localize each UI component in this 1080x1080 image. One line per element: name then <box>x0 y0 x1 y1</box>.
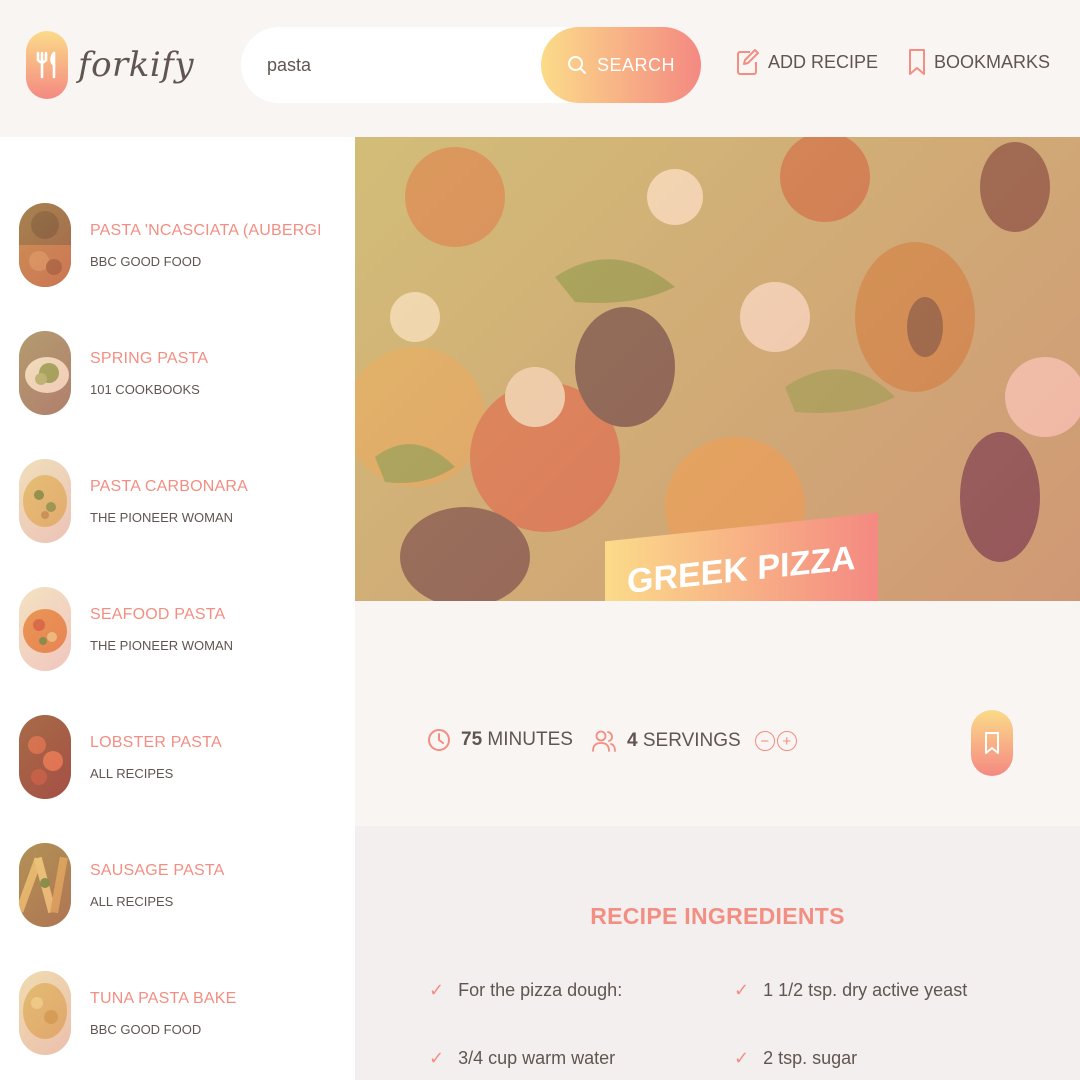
result-title: SEAFOOD PASTA <box>90 605 226 623</box>
recipe-ingredients: RECIPE INGREDIENTS ✓ For the pizza dough… <box>355 826 1080 1080</box>
logo[interactable]: forkify <box>26 30 194 100</box>
result-thumbnail <box>19 843 71 927</box>
result-publisher: BBC GOOD FOOD <box>90 253 202 269</box>
logo-text: forkify <box>78 45 195 85</box>
header: forkify SEARCH ADD RECIPE BOO <box>0 0 1080 137</box>
ingredient-item: ✓ 2 tsp. sugar <box>734 1048 857 1069</box>
check-icon: ✓ <box>734 980 750 1000</box>
main-nav: ADD RECIPE BOOKMARKS <box>736 48 1050 76</box>
result-item[interactable]: SEAFOOD PASTA THE PIONEER WOMAN <box>0 565 355 693</box>
result-publisher: THE PIONEER WOMAN <box>90 637 234 653</box>
result-item[interactable]: PASTA CARBONARA THE PIONEER WOMAN <box>0 437 355 565</box>
result-title: SPRING PASTA <box>90 349 209 367</box>
ingredient-item: ✓ For the pizza dough: <box>429 980 622 1001</box>
result-publisher: THE PIONEER WOMAN <box>90 509 234 525</box>
minutes-value: 75 <box>461 729 483 750</box>
bookmark-icon <box>908 49 925 75</box>
result-publisher: ALL RECIPES <box>90 765 174 781</box>
result-title: PASTA CARBONARA <box>90 477 248 495</box>
result-item[interactable]: SAUSAGE PASTA ALL RECIPES <box>0 821 355 949</box>
search-bar: SEARCH <box>241 27 701 103</box>
ingredient-item: ✓ 1 1/2 tsp. dry active yeast <box>734 980 967 1001</box>
result-thumbnail <box>19 331 71 415</box>
edit-icon <box>736 49 759 75</box>
check-icon: ✓ <box>734 1048 750 1068</box>
result-thumbnail <box>19 971 71 1055</box>
servings-label: SERVINGS <box>642 730 741 751</box>
result-title: SAUSAGE PASTA <box>90 861 225 879</box>
ingredient-item: ✓ 3/4 cup warm water <box>429 1048 615 1069</box>
result-item[interactable]: PASTA 'NCASCIATA (AUBERGINE ... BBC GOOD… <box>0 181 355 309</box>
ingredients-heading: RECIPE INGREDIENTS <box>590 903 845 929</box>
result-title: PASTA 'NCASCIATA (AUBERGINE ... <box>90 221 320 239</box>
bookmarks-label: BOOKMARKS <box>933 51 1050 72</box>
add-recipe-label: ADD RECIPE <box>767 51 878 72</box>
bookmark-recipe-button[interactable] <box>971 710 1013 776</box>
result-item[interactable]: SPRING PASTA 101 COOKBOOKS <box>0 309 355 437</box>
recipe-details: 75 MINUTES 4 SERVINGS − + <box>355 601 1080 826</box>
ingredient-text: For the pizza dough: <box>458 980 623 1000</box>
result-title: TUNA PASTA BAKE <box>90 989 237 1007</box>
clock-icon <box>428 729 450 751</box>
bookmarks-button[interactable]: BOOKMARKS <box>908 48 1050 76</box>
decrease-servings-button[interactable]: − <box>754 731 775 751</box>
search-button-label: SEARCH <box>596 54 675 75</box>
result-item[interactable]: LOBSTER PASTA ALL RECIPES <box>0 693 355 821</box>
search-icon <box>567 56 586 74</box>
cooking-time: 75 MINUTES <box>427 728 573 752</box>
result-thumbnail <box>19 459 71 543</box>
minus-icon: − <box>760 732 770 750</box>
increase-servings-button[interactable]: + <box>776 731 797 751</box>
add-recipe-button[interactable]: ADD RECIPE <box>736 48 878 76</box>
minutes-label: MINUTES <box>487 729 573 750</box>
servings: 4 SERVINGS − + <box>591 728 797 754</box>
servings-value: 4 <box>627 730 638 751</box>
ingredient-text: 1 1/2 tsp. dry active yeast <box>763 980 968 1000</box>
result-publisher: ALL RECIPES <box>90 893 174 909</box>
result-thumbnail <box>19 715 71 799</box>
ingredient-text: 3/4 cup warm water <box>458 1048 616 1068</box>
plus-icon: + <box>782 732 792 750</box>
bookmark-icon <box>985 732 999 754</box>
result-item[interactable]: TUNA PASTA BAKE BBC GOOD FOOD <box>0 949 355 1077</box>
ingredient-text: 2 tsp. sugar <box>763 1048 858 1068</box>
fork-knife-icon <box>26 31 68 99</box>
result-publisher: BBC GOOD FOOD <box>90 1021 202 1037</box>
search-input[interactable] <box>267 54 527 76</box>
result-thumbnail <box>19 587 71 671</box>
result-title: LOBSTER PASTA <box>90 733 222 751</box>
search-results: PASTA 'NCASCIATA (AUBERGINE ... BBC GOOD… <box>0 137 355 1080</box>
check-icon: ✓ <box>429 980 445 1000</box>
search-button[interactable]: SEARCH <box>541 27 701 103</box>
recipe-figure: GREEK PIZZA <box>355 137 1080 632</box>
users-icon <box>592 730 616 752</box>
result-publisher: 101 COOKBOOKS <box>90 381 200 397</box>
check-icon: ✓ <box>429 1048 445 1068</box>
result-thumbnail <box>19 203 71 287</box>
